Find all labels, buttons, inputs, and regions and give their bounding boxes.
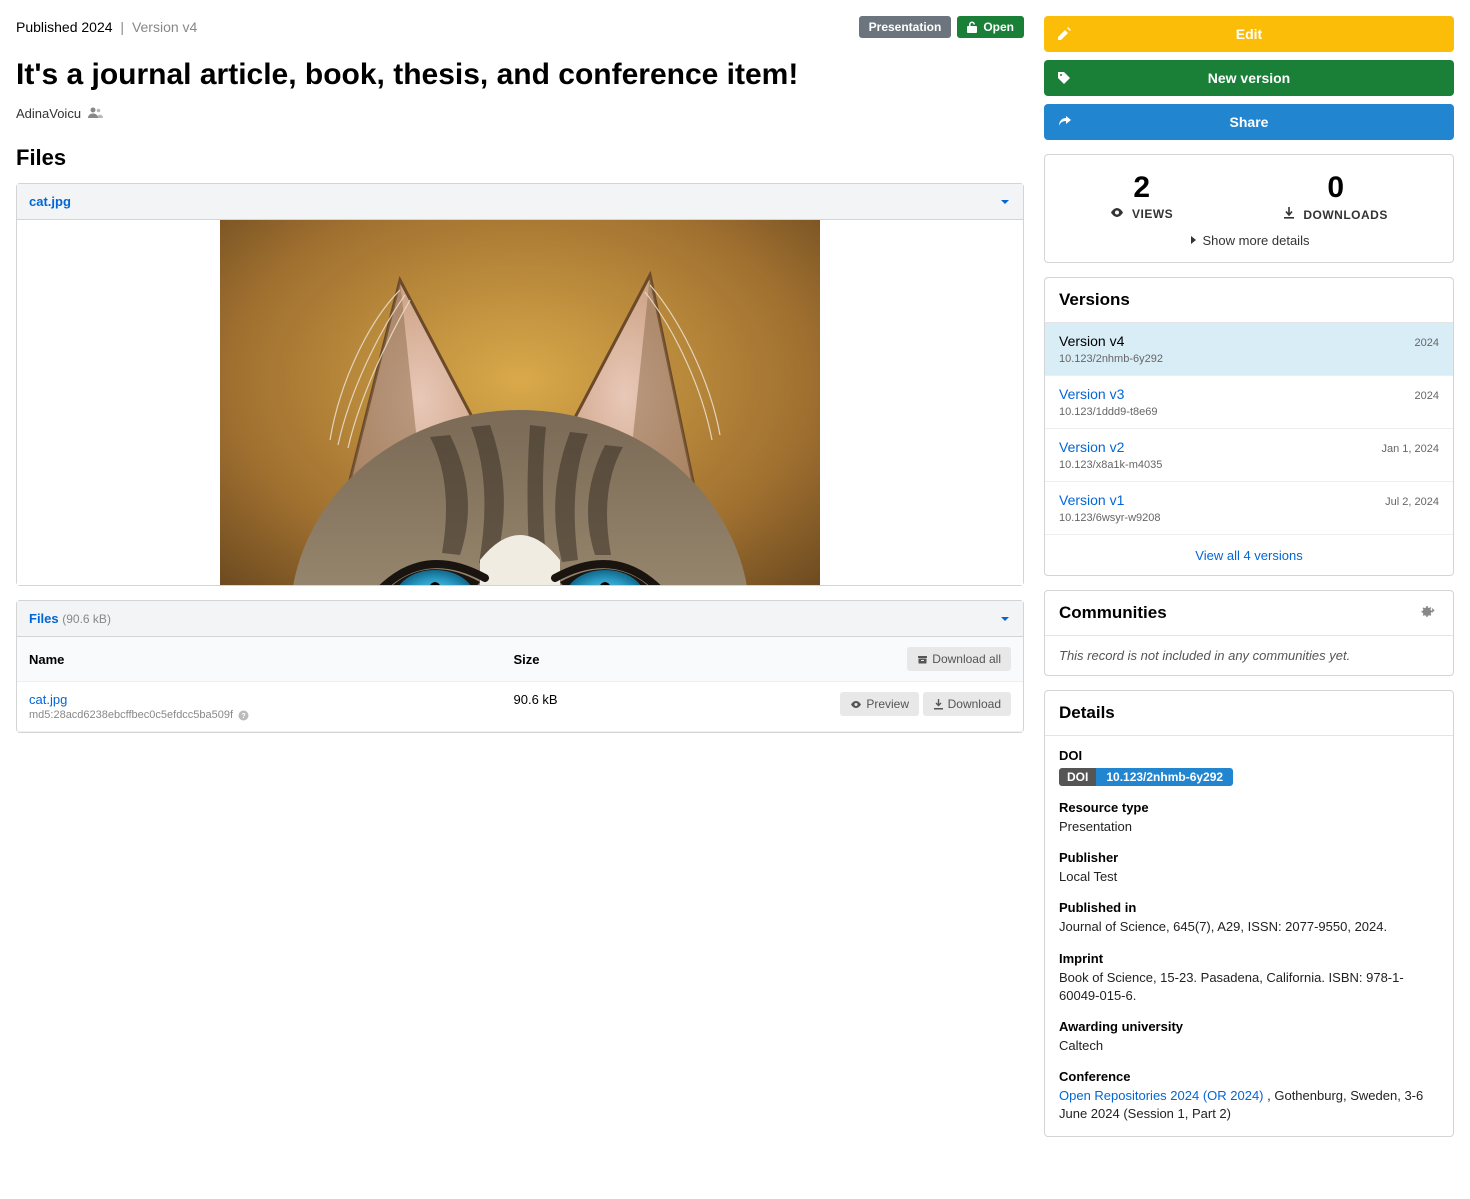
detail-block: Imprint Book of Science, 15-23. Pasadena,… xyxy=(1059,951,1439,1005)
version-date: 2024 xyxy=(1415,390,1439,402)
communities-empty: This record is not included in any commu… xyxy=(1059,648,1350,663)
detail-block: Published in Journal of Science, 645(7), … xyxy=(1059,900,1439,936)
view-all-versions[interactable]: View all 4 versions xyxy=(1195,548,1302,563)
svg-text:?: ? xyxy=(242,713,246,720)
download-all-button[interactable]: Download all xyxy=(907,647,1011,671)
detail-value: Caltech xyxy=(1059,1037,1439,1055)
published-date: Published 2024 xyxy=(16,19,113,35)
file-md5: md5:28acd6238ebcffbec0c5efdcc5ba509f xyxy=(29,709,233,721)
detail-value: Presentation xyxy=(1059,818,1439,836)
record-meta: Published 2024 | Version v4 xyxy=(16,19,197,35)
resource-type-badge: Presentation xyxy=(859,16,952,38)
download-icon xyxy=(933,699,944,710)
preview-filename[interactable]: cat.jpg xyxy=(29,194,71,209)
detail-key: Published in xyxy=(1059,900,1439,915)
files-total-size: (90.6 kB) xyxy=(62,612,111,626)
doi-badge[interactable]: DOI10.123/2nhmb-6y292 xyxy=(1059,768,1233,786)
detail-key: Publisher xyxy=(1059,850,1439,865)
conference-link[interactable]: Open Repositories 2024 (OR 2024) xyxy=(1059,1088,1264,1103)
version-item[interactable]: Version v3 2024 10.123/1ddd9-t8e69 xyxy=(1045,376,1453,429)
share-button[interactable]: Share xyxy=(1044,104,1454,140)
file-link[interactable]: cat.jpg xyxy=(29,692,67,707)
files-heading: Files xyxy=(16,145,1024,171)
caret-right-icon xyxy=(1189,235,1197,245)
detail-value: Journal of Science, 645(7), A29, ISSN: 2… xyxy=(1059,918,1439,936)
files-panel: Files (90.6 kB) Name Size xyxy=(16,600,1024,733)
version-doi: 10.123/1ddd9-t8e69 xyxy=(1059,406,1439,418)
communities-settings[interactable] xyxy=(1421,605,1439,622)
col-name: Name xyxy=(17,637,502,682)
version-date: 2024 xyxy=(1415,337,1439,349)
chevron-down-icon[interactable] xyxy=(999,613,1011,625)
version-link[interactable]: Version v1 xyxy=(1059,492,1124,508)
version-label: Version v4 xyxy=(1059,333,1124,349)
versions-heading: Versions xyxy=(1045,278,1453,323)
detail-block: Awarding university Caltech xyxy=(1059,1019,1439,1055)
version-link[interactable]: Version v3 xyxy=(1059,386,1124,402)
show-more-details[interactable]: Show more details xyxy=(1189,233,1310,248)
new-version-button[interactable]: New version xyxy=(1044,60,1454,96)
detail-block: Conference Open Repositories 2024 (OR 202… xyxy=(1059,1069,1439,1123)
version-item[interactable]: Version v1 Jul 2, 2024 10.123/6wsyr-w9208 xyxy=(1045,482,1453,535)
detail-key: Imprint xyxy=(1059,951,1439,966)
help-icon[interactable]: ? xyxy=(238,710,249,721)
people-icon xyxy=(87,106,103,121)
detail-key: Conference xyxy=(1059,1069,1439,1084)
details-card: Details DOI DOI10.123/2nhmb-6y292 Resource… xyxy=(1044,690,1454,1137)
author-name[interactable]: AdinaVoicu xyxy=(16,106,81,121)
eye-icon xyxy=(1110,207,1128,221)
version-item[interactable]: Version v2 Jan 1, 2024 10.123/x8a1k-m4035 xyxy=(1045,429,1453,482)
version-doi: 10.123/2nhmb-6y292 xyxy=(1059,353,1439,365)
versions-card: Versions Version v4 2024 10.123/2nhmb-6y29… xyxy=(1044,277,1454,576)
detail-key: DOI xyxy=(1059,748,1439,763)
files-panel-header[interactable]: Files (90.6 kB) xyxy=(17,601,1023,637)
tag-icon xyxy=(1044,71,1084,85)
version-link[interactable]: Version v2 xyxy=(1059,439,1124,455)
details-heading: Details xyxy=(1045,691,1453,736)
detail-block: Resource type Presentation xyxy=(1059,800,1439,836)
file-preview-header[interactable]: cat.jpg xyxy=(17,184,1023,220)
detail-value: Local Test xyxy=(1059,868,1439,886)
detail-block: Publisher Local Test xyxy=(1059,850,1439,886)
archive-icon xyxy=(917,654,928,665)
detail-key: Awarding university xyxy=(1059,1019,1439,1034)
stats-card: 2 VIEWS 0 xyxy=(1044,154,1454,263)
communities-heading: Communities xyxy=(1059,603,1167,623)
detail-value: Book of Science, 15-23. Pasadena, Califo… xyxy=(1059,969,1439,1005)
file-preview-panel: cat.jpg xyxy=(16,183,1024,586)
edit-icon xyxy=(1044,27,1084,41)
version-doi: 10.123/x8a1k-m4035 xyxy=(1059,459,1439,471)
record-title: It's a journal article, book, thesis, an… xyxy=(16,58,1024,92)
table-row: cat.jpg md5:28acd6238ebcffbec0c5efdcc5ba… xyxy=(17,682,1023,732)
cat-image xyxy=(220,220,820,585)
unlock-icon xyxy=(967,21,977,33)
communities-card: Communities This record is not included … xyxy=(1044,590,1454,676)
version-date: Jul 2, 2024 xyxy=(1385,496,1439,508)
version-item[interactable]: Version v4 2024 10.123/2nhmb-6y292 xyxy=(1045,323,1453,376)
download-icon xyxy=(1283,208,1299,222)
share-icon xyxy=(1044,115,1084,129)
col-size: Size xyxy=(502,637,637,682)
preview-button[interactable]: Preview xyxy=(840,692,919,716)
version-doi: 10.123/6wsyr-w9208 xyxy=(1059,512,1439,524)
downloads-count: 0 xyxy=(1283,173,1387,203)
detail-block: DOI DOI10.123/2nhmb-6y292 xyxy=(1059,748,1439,786)
authors: AdinaVoicu xyxy=(16,106,1024,121)
chevron-down-icon[interactable] xyxy=(999,196,1011,208)
detail-key: Resource type xyxy=(1059,800,1439,815)
files-panel-label[interactable]: Files xyxy=(29,611,59,626)
views-count: 2 xyxy=(1110,173,1173,203)
file-size: 90.6 kB xyxy=(502,682,637,732)
file-preview-body xyxy=(17,220,1023,585)
version-date: Jan 1, 2024 xyxy=(1382,443,1440,455)
edit-button[interactable]: Edit xyxy=(1044,16,1454,52)
current-version: Version v4 xyxy=(132,19,197,35)
access-status-badge: Open xyxy=(957,16,1024,38)
download-button[interactable]: Download xyxy=(923,692,1011,716)
eye-icon xyxy=(850,699,862,710)
